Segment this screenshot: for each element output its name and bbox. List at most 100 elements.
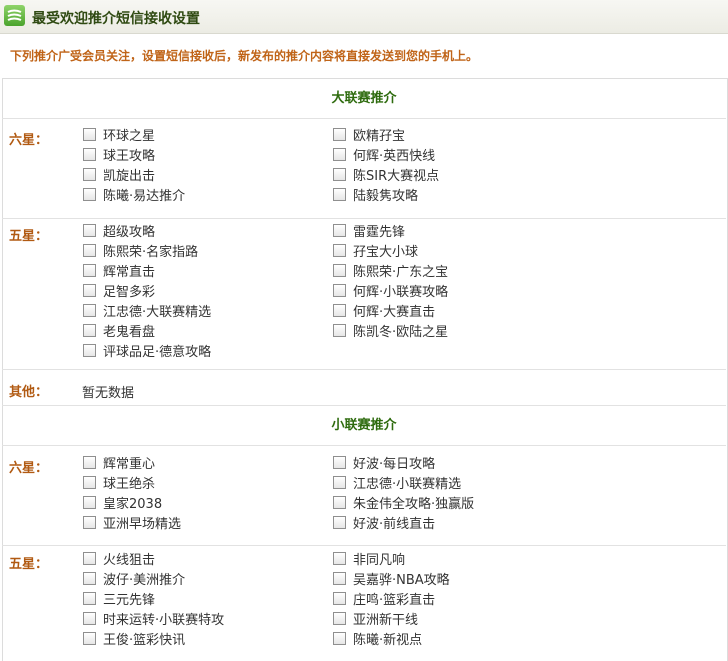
checkbox[interactable] <box>333 592 346 605</box>
subscription-option[interactable]: 江忠德·大联赛精选 <box>83 304 211 322</box>
checkbox[interactable] <box>333 572 346 585</box>
subscription-option[interactable]: 王俊·篮彩快讯 <box>83 632 185 650</box>
subscription-option[interactable]: 亚洲新干线 <box>333 612 418 630</box>
subscription-option[interactable]: 时来运转·小联赛特攻 <box>83 612 224 630</box>
subscription-option[interactable]: 陈曦·易达推介 <box>83 188 185 206</box>
option-label: 欧精孖宝 <box>353 129 406 144</box>
subscription-option[interactable]: 陈熙荣·广东之宝 <box>333 264 448 282</box>
subscription-option[interactable]: 何辉·英西快线 <box>333 148 435 166</box>
option-label: 球王绝杀 <box>103 477 156 492</box>
checkbox[interactable] <box>333 264 346 277</box>
checkbox[interactable] <box>333 188 346 201</box>
checkbox[interactable] <box>333 224 346 237</box>
subscription-option[interactable]: 孖宝大小球 <box>333 244 418 262</box>
option-label: 老鬼看盘 <box>103 325 156 340</box>
checkbox[interactable] <box>83 224 96 237</box>
checkbox[interactable] <box>333 168 346 181</box>
subscription-option[interactable]: 凯旋出击 <box>83 168 155 186</box>
option-label: 何辉·大赛直击 <box>353 305 436 320</box>
checkbox[interactable] <box>83 284 96 297</box>
divider <box>2 445 726 446</box>
subscription-option[interactable]: 辉常直击 <box>83 264 155 282</box>
subscription-option[interactable]: 吴嘉骅·NBA攻略 <box>333 572 450 590</box>
subscription-option[interactable]: 庄鸣·篮彩直击 <box>333 592 435 610</box>
checkbox[interactable] <box>83 496 96 509</box>
option-label: 江忠德·大联赛精选 <box>103 305 212 320</box>
subscription-option[interactable]: 火线狙击 <box>83 552 155 570</box>
star-level-label: 其他： <box>9 385 49 400</box>
subscription-option[interactable]: 超级攻略 <box>83 224 155 242</box>
checkbox[interactable] <box>333 244 346 257</box>
subscription-option[interactable]: 球王攻略 <box>83 148 155 166</box>
checkbox[interactable] <box>333 324 346 337</box>
checkbox[interactable] <box>83 324 96 337</box>
subscription-option[interactable]: 三元先锋 <box>83 592 155 610</box>
divider <box>2 545 726 546</box>
subscription-option[interactable]: 老鬼看盘 <box>83 324 155 342</box>
subscription-option[interactable]: 朱金伟全攻略·独赢版 <box>333 496 474 514</box>
subscription-option[interactable]: 何辉·大赛直击 <box>333 304 435 322</box>
divider <box>2 369 726 370</box>
checkbox[interactable] <box>333 552 346 565</box>
checkbox[interactable] <box>333 148 346 161</box>
subscription-option[interactable]: 亚洲早场精选 <box>83 516 181 534</box>
option-label: 时来运转·小联赛特攻 <box>103 613 225 628</box>
subscription-option[interactable]: 非同凡响 <box>333 552 405 570</box>
checkbox[interactable] <box>83 456 96 469</box>
checkbox[interactable] <box>83 612 96 625</box>
checkbox[interactable] <box>333 516 346 529</box>
checkbox[interactable] <box>83 516 96 529</box>
subscription-option[interactable]: 江忠德·小联赛精选 <box>333 476 461 494</box>
subscription-option[interactable]: 波仔·美洲推介 <box>83 572 185 590</box>
option-label: 吴嘉骅·NBA攻略 <box>353 573 450 588</box>
option-label: 好波·前线直击 <box>353 517 436 532</box>
checkbox[interactable] <box>83 188 96 201</box>
subscription-option[interactable]: 环球之星 <box>83 128 155 146</box>
subscription-option[interactable]: 好波·每日攻略 <box>333 456 435 474</box>
subscription-option[interactable]: 陈熙荣·名家指路 <box>83 244 198 262</box>
sms-icon <box>4 5 25 26</box>
subscription-option[interactable]: 雷霆先锋 <box>333 224 405 242</box>
checkbox[interactable] <box>333 284 346 297</box>
checkbox[interactable] <box>333 632 346 645</box>
checkbox[interactable] <box>83 168 96 181</box>
checkbox[interactable] <box>83 572 96 585</box>
option-label: 评球品足·德意攻略 <box>103 345 212 360</box>
checkbox[interactable] <box>333 456 346 469</box>
option-label: 凯旋出击 <box>103 169 156 184</box>
option-label: 朱金伟全攻略·独赢版 <box>353 497 475 512</box>
subscription-option[interactable]: 球王绝杀 <box>83 476 155 494</box>
option-label: 亚洲新干线 <box>353 613 419 628</box>
checkbox[interactable] <box>83 264 96 277</box>
checkbox[interactable] <box>83 244 96 257</box>
subscription-option[interactable]: 陈曦·新视点 <box>333 632 422 650</box>
checkbox[interactable] <box>83 476 96 489</box>
option-label: 江忠德·小联赛精选 <box>353 477 462 492</box>
subscription-option[interactable]: 欧精孖宝 <box>333 128 405 146</box>
star-level-label: 六星： <box>9 133 49 148</box>
checkbox[interactable] <box>83 552 96 565</box>
subscription-option[interactable]: 好波·前线直击 <box>333 516 435 534</box>
subscription-option[interactable]: 何辉·小联赛攻略 <box>333 284 448 302</box>
checkbox[interactable] <box>333 128 346 141</box>
checkbox[interactable] <box>333 612 346 625</box>
star-level-label: 五星： <box>9 229 49 244</box>
checkbox[interactable] <box>83 148 96 161</box>
subscription-option[interactable]: 陆毅隽攻略 <box>333 188 418 206</box>
subscription-option[interactable]: 皇家2038 <box>83 496 162 514</box>
checkbox[interactable] <box>83 304 96 317</box>
checkbox[interactable] <box>333 304 346 317</box>
checkbox[interactable] <box>83 128 96 141</box>
subscription-option[interactable]: 辉常重心 <box>83 456 155 474</box>
checkbox[interactable] <box>333 476 346 489</box>
checkbox[interactable] <box>83 344 96 357</box>
checkbox[interactable] <box>83 592 96 605</box>
subscription-option[interactable]: 陈凯冬·欧陆之星 <box>333 324 448 342</box>
option-label: 雷霆先锋 <box>353 225 406 240</box>
notice-text: 下列推介广受会员关注，设置短信接收后，新发布的推介内容将直接发送到您的手机上。 <box>10 49 479 63</box>
subscription-option[interactable]: 足智多彩 <box>83 284 155 302</box>
subscription-option[interactable]: 评球品足·德意攻略 <box>83 344 211 362</box>
subscription-option[interactable]: 陈SIR大赛视点 <box>333 168 439 186</box>
checkbox[interactable] <box>83 632 96 645</box>
checkbox[interactable] <box>333 496 346 509</box>
